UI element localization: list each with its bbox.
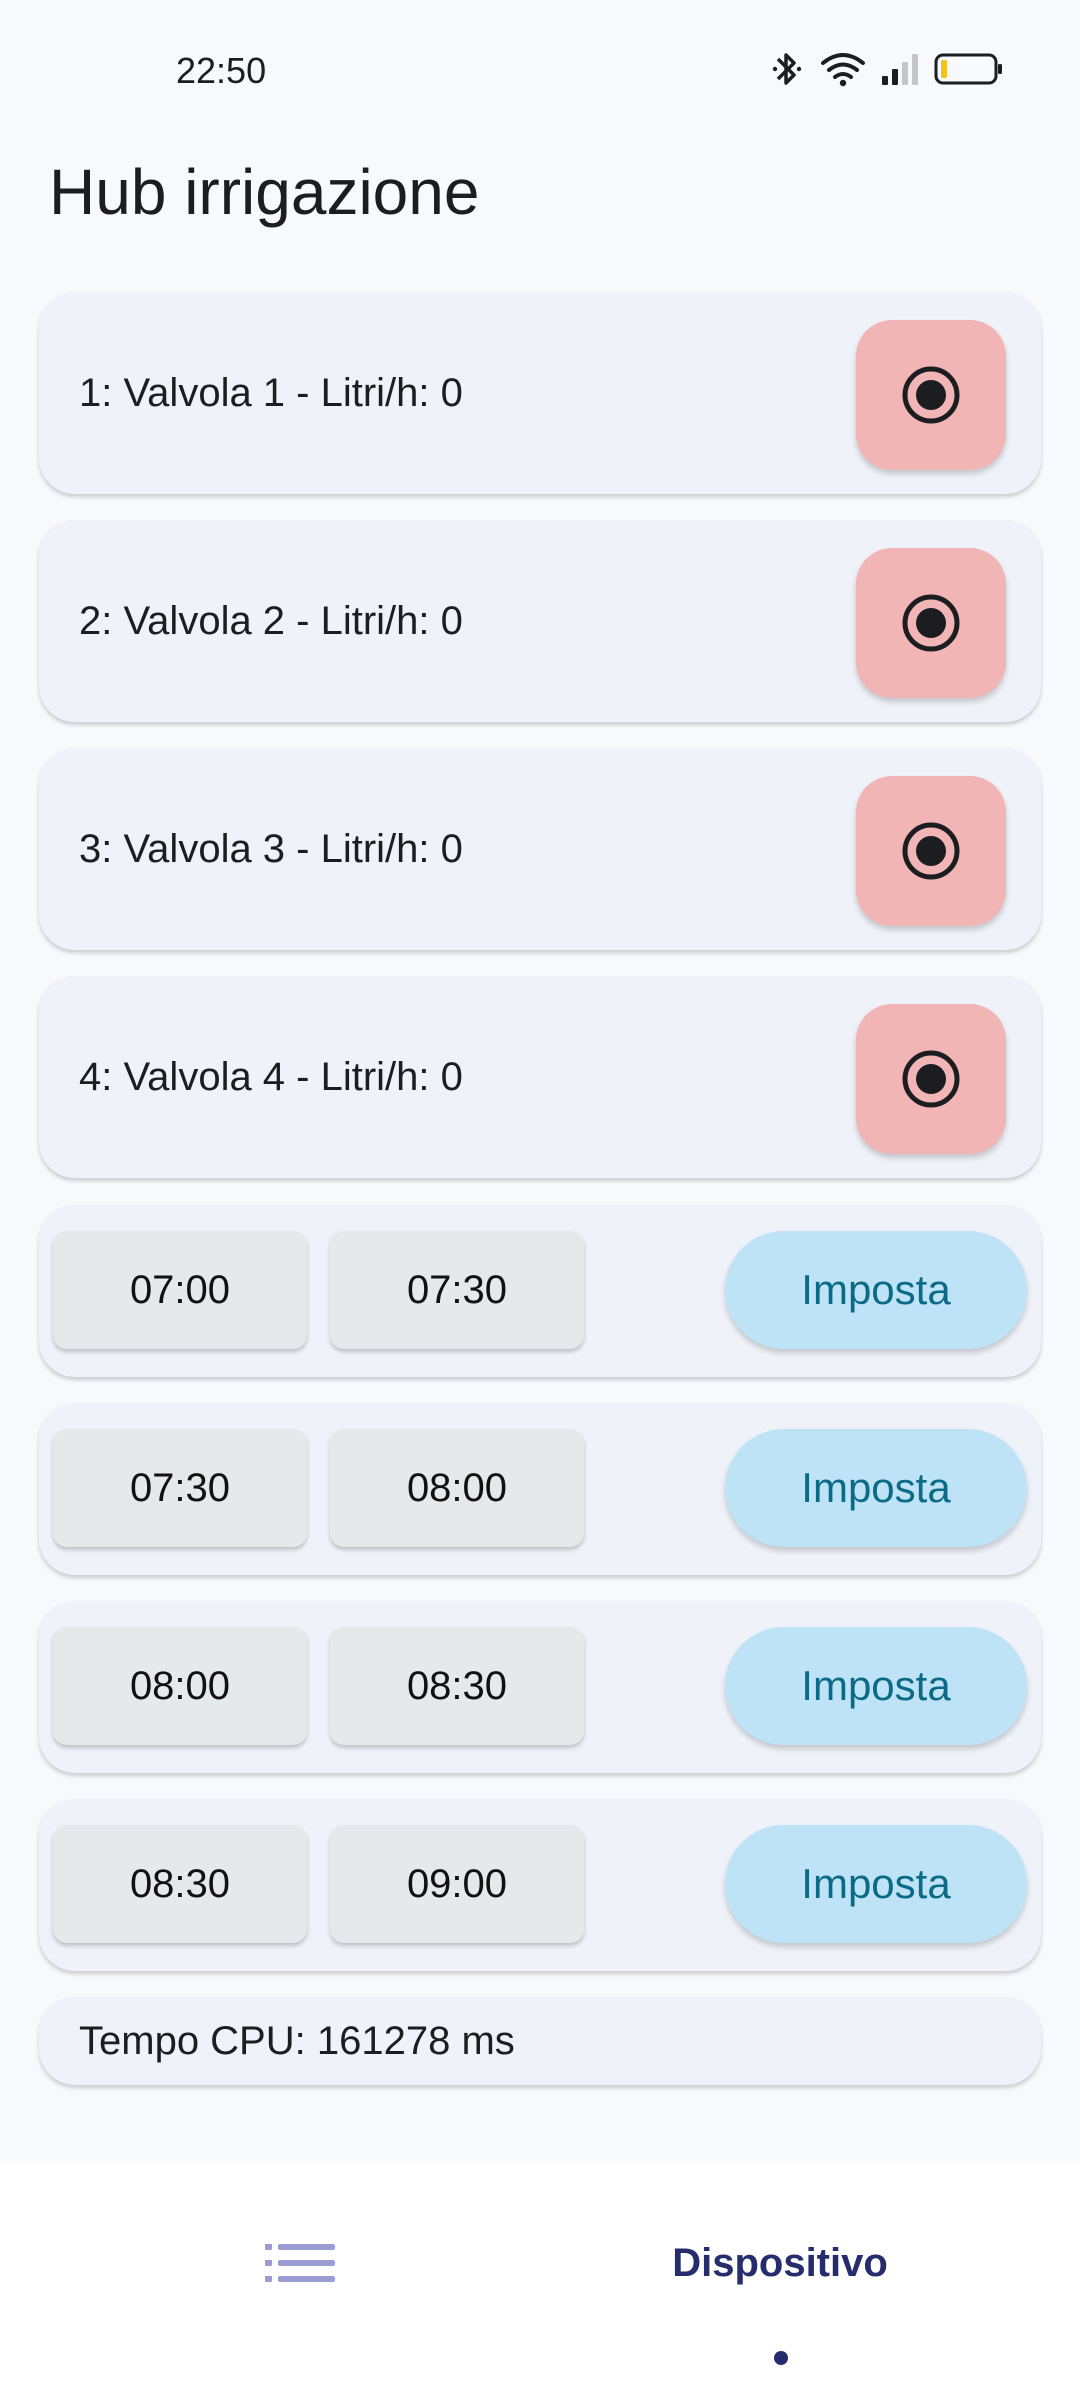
schedule-card: 07:00 07:30 Imposta	[39, 1205, 1041, 1377]
radio-button-icon	[902, 594, 960, 652]
end-time-button[interactable]: 08:30	[330, 1627, 584, 1745]
end-time-button[interactable]: 07:30	[330, 1231, 584, 1349]
valve-toggle-button[interactable]	[856, 548, 1006, 698]
valve-card: 3: Valvola 3 - Litri/h: 0	[39, 748, 1041, 950]
valve-toggle-button[interactable]	[856, 320, 1006, 470]
cpu-time-label: Tempo CPU: 161278 ms	[79, 2018, 515, 2063]
status-bar: 22:50	[0, 0, 1080, 140]
status-time: 22:50	[176, 50, 267, 91]
set-schedule-button[interactable]: Imposta	[725, 1825, 1027, 1943]
set-schedule-button[interactable]: Imposta	[725, 1627, 1027, 1745]
valve-card: 2: Valvola 2 - Litri/h: 0	[39, 520, 1041, 722]
start-time-button[interactable]: 08:00	[53, 1627, 307, 1745]
schedule-card: 08:30 09:00 Imposta	[39, 1799, 1041, 1971]
valve-label: 1: Valvola 1 - Litri/h: 0	[79, 370, 463, 415]
radio-button-icon	[902, 366, 960, 424]
radio-button-icon	[902, 822, 960, 880]
wifi-icon	[820, 51, 866, 87]
signal-icon	[880, 52, 920, 86]
status-icons	[772, 50, 1004, 88]
valve-card: 1: Valvola 1 - Litri/h: 0	[39, 292, 1041, 494]
valve-toggle-button[interactable]	[856, 776, 1006, 926]
valve-toggle-button[interactable]	[856, 1004, 1006, 1154]
end-time-button[interactable]: 09:00	[330, 1825, 584, 1943]
nav-item-dispositivo[interactable]: Dispositivo	[610, 2203, 950, 2323]
valve-label: 2: Valvola 2 - Litri/h: 0	[79, 598, 463, 643]
bluetooth-icon	[772, 50, 806, 88]
valve-label: 3: Valvola 3 - Litri/h: 0	[79, 826, 463, 871]
battery-icon	[934, 52, 1004, 86]
list-icon	[265, 2244, 335, 2282]
start-time-button[interactable]: 07:30	[53, 1429, 307, 1547]
page-title: Hub irrigazione	[49, 156, 480, 228]
nav-item-list[interactable]	[232, 2203, 368, 2323]
nav-item-label: Dispositivo	[672, 2240, 888, 2285]
radio-button-icon	[902, 1050, 960, 1108]
schedule-card: 08:00 08:30 Imposta	[39, 1601, 1041, 1773]
valve-label: 4: Valvola 4 - Litri/h: 0	[79, 1054, 463, 1099]
set-schedule-button[interactable]: Imposta	[725, 1231, 1027, 1349]
end-time-button[interactable]: 08:00	[330, 1429, 584, 1547]
cpu-time-card: Tempo CPU: 161278 ms	[39, 1997, 1041, 2085]
start-time-button[interactable]: 08:30	[53, 1825, 307, 1943]
set-schedule-button[interactable]: Imposta	[725, 1429, 1027, 1547]
valve-card: 4: Valvola 4 - Litri/h: 0	[39, 976, 1041, 1178]
schedule-card: 07:30 08:00 Imposta	[39, 1403, 1041, 1575]
start-time-button[interactable]: 07:00	[53, 1231, 307, 1349]
active-indicator-dot	[774, 2351, 788, 2365]
bottom-navigation: Dispositivo	[0, 2163, 1080, 2400]
